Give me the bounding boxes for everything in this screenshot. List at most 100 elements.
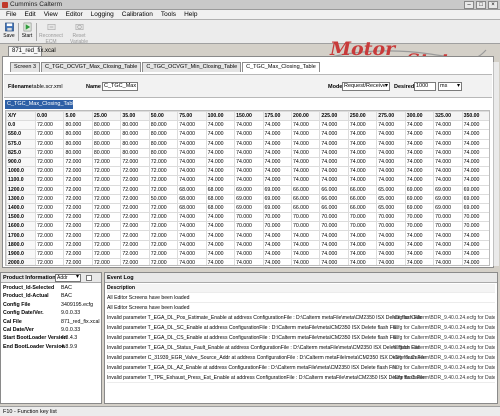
table-cell[interactable]: 69.000 xyxy=(262,184,292,195)
menu-file[interactable]: File xyxy=(2,10,20,19)
table-cell[interactable]: 72.000 xyxy=(34,129,65,140)
table-cell[interactable]: 72.000 xyxy=(63,156,93,168)
table-cell[interactable]: 74.000 xyxy=(177,156,207,168)
table-cell[interactable]: 72.000 xyxy=(91,175,122,186)
event-log-row[interactable]: Invalid parameter T_EGA_DL_AZ_Enable at … xyxy=(107,364,495,373)
table-cell[interactable]: 74.000 xyxy=(262,230,292,241)
table-cell[interactable]: 72.000 xyxy=(91,166,122,177)
table-cell[interactable]: 74.000 xyxy=(433,129,463,140)
table-cell[interactable]: 72.000 xyxy=(34,257,65,265)
table-cell[interactable]: 74.000 xyxy=(177,129,207,140)
table-cell[interactable]: 68.000 xyxy=(205,193,236,204)
table-cell[interactable]: 66.000 xyxy=(290,193,321,204)
table-cell[interactable]: 72.000 xyxy=(34,138,65,149)
table-cell[interactable]: 70.000 xyxy=(376,212,406,223)
table-cell[interactable]: 66.000 xyxy=(290,184,321,195)
table-cell[interactable]: 74.000 xyxy=(290,120,321,131)
table-cell[interactable]: 70.000 xyxy=(319,221,349,232)
table-cell[interactable]: 74.000 xyxy=(433,156,463,168)
table-cell[interactable]: 70.000 xyxy=(290,212,321,223)
table-cell[interactable]: 66.000 xyxy=(319,193,349,204)
table-cell[interactable]: 69.000 xyxy=(404,202,435,214)
table-cell[interactable]: 72.000 xyxy=(148,248,179,260)
desired-input[interactable]: 1000 xyxy=(414,82,436,91)
table-cell[interactable]: 74.000 xyxy=(262,120,292,131)
table-cell[interactable]: 70.000 xyxy=(404,221,435,232)
table-cell[interactable]: 74.000 xyxy=(234,175,264,186)
product-info-checkbox[interactable] xyxy=(86,275,92,281)
table-cell[interactable]: 74.000 xyxy=(290,230,321,241)
table-cell[interactable]: 74.000 xyxy=(433,230,463,241)
table-cell[interactable]: 74.000 xyxy=(290,257,321,265)
table-cell[interactable]: 74.000 xyxy=(262,239,292,250)
table-cell[interactable]: 69.000 xyxy=(433,202,463,214)
table-cell[interactable]: 69.000 xyxy=(404,184,435,195)
table-cell[interactable]: 72.000 xyxy=(34,156,65,168)
table-cell[interactable]: 69.000 xyxy=(404,193,435,204)
table-cell[interactable]: 74.000 xyxy=(319,147,349,158)
table-cell[interactable]: 74.000 xyxy=(404,248,435,260)
table-cell[interactable]: 74.000 xyxy=(205,175,236,186)
table-cell[interactable]: 74.000 xyxy=(376,147,406,158)
table-cell[interactable]: 72.000 xyxy=(63,193,93,204)
table-cell[interactable]: 70.000 xyxy=(433,221,463,232)
table-cell[interactable]: 68.000 xyxy=(205,184,236,195)
table-cell[interactable]: 72.000 xyxy=(34,239,65,250)
table-cell[interactable]: 72.000 xyxy=(120,239,150,250)
table-cell[interactable]: 70.000 xyxy=(433,212,463,223)
table-cell[interactable]: 72.000 xyxy=(148,239,179,250)
table-cell[interactable]: 72.000 xyxy=(120,221,150,232)
table-cell[interactable]: 66.000 xyxy=(290,202,321,214)
table-cell[interactable]: 72.000 xyxy=(34,175,65,186)
table-cell[interactable]: 50.000 xyxy=(148,193,179,204)
table-cell[interactable]: 74.000 xyxy=(177,248,207,260)
table-cell[interactable]: 74.000 xyxy=(177,147,207,158)
table-cell[interactable]: 72.000 xyxy=(34,248,65,260)
table-cell[interactable]: 74.000 xyxy=(461,138,489,149)
table-cell[interactable]: 72.000 xyxy=(91,156,122,168)
table-cell[interactable]: 72.000 xyxy=(34,202,65,214)
table-cell[interactable]: 66.000 xyxy=(347,184,378,195)
name-input[interactable]: C_TGC_Max xyxy=(102,82,138,91)
close-icon[interactable]: × xyxy=(488,1,498,9)
table-cell[interactable]: 74.000 xyxy=(177,120,207,131)
table-cell[interactable]: 80.000 xyxy=(120,120,150,131)
table-cell[interactable]: 74.000 xyxy=(177,138,207,149)
table-cell[interactable]: 72.000 xyxy=(148,257,179,265)
table-cell[interactable]: 72.000 xyxy=(63,166,93,177)
table-cell[interactable]: 74.000 xyxy=(290,248,321,260)
table-cell[interactable]: 74.000 xyxy=(461,257,489,265)
table-cell[interactable]: 74.000 xyxy=(433,166,463,177)
table-cell[interactable]: 69.000 xyxy=(262,202,292,214)
table-cell[interactable]: 72.000 xyxy=(120,175,150,186)
event-log-row[interactable]: Invalid parameter T_EGA_DL_Pos_Estimate_… xyxy=(107,314,495,323)
table-cell[interactable]: 74.000 xyxy=(404,129,435,140)
table-cell[interactable]: 72.000 xyxy=(91,230,122,241)
table-cell[interactable]: 72.000 xyxy=(91,193,122,204)
table-cell[interactable]: 74.000 xyxy=(177,212,207,223)
table-cell[interactable]: 74.000 xyxy=(376,248,406,260)
table-cell[interactable]: 72.000 xyxy=(34,212,65,223)
table-cell[interactable]: 74.000 xyxy=(177,166,207,177)
table-cell[interactable]: 72.000 xyxy=(120,184,150,195)
table-cell[interactable]: 66.000 xyxy=(347,193,378,204)
table-cell[interactable]: 74.000 xyxy=(376,156,406,168)
table-cell[interactable]: 66.000 xyxy=(319,202,349,214)
table-cell[interactable]: 74.000 xyxy=(319,248,349,260)
table-cell[interactable]: 72.000 xyxy=(63,230,93,241)
table-cell[interactable]: 74.000 xyxy=(433,147,463,158)
table-cell[interactable]: 74.000 xyxy=(376,257,406,265)
table-cell[interactable]: 74.000 xyxy=(290,138,321,149)
table-cell[interactable]: 72.000 xyxy=(120,212,150,223)
table-cell[interactable]: 74.000 xyxy=(234,248,264,260)
table-cell[interactable]: 74.000 xyxy=(376,239,406,250)
table-cell[interactable]: 72.000 xyxy=(148,202,179,214)
table-cell[interactable]: 74.000 xyxy=(319,120,349,131)
table-cell[interactable]: 74.000 xyxy=(376,175,406,186)
table-cell[interactable]: 74.000 xyxy=(205,120,236,131)
table-cell[interactable]: 72.000 xyxy=(63,221,93,232)
table-cell[interactable]: 74.000 xyxy=(433,239,463,250)
table-cell[interactable]: 74.000 xyxy=(177,230,207,241)
table-cell[interactable]: 80.000 xyxy=(91,120,122,131)
table-cell[interactable]: 65.000 xyxy=(376,202,406,214)
